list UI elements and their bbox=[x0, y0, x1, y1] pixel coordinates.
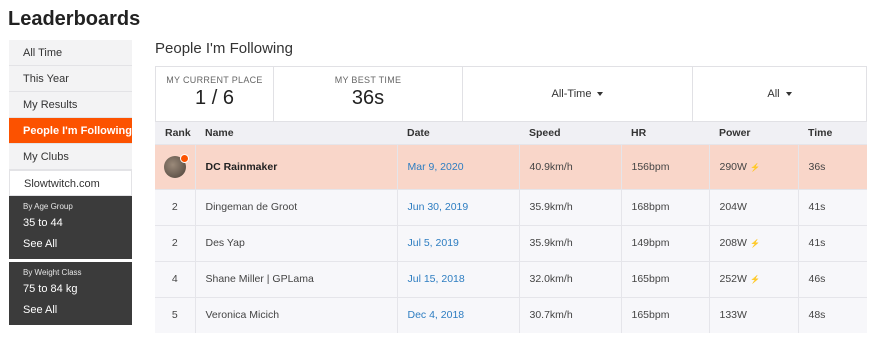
current-place-stat: MY CURRENT PLACE 1 / 6 bbox=[156, 67, 274, 121]
rank-cell bbox=[155, 144, 195, 189]
weight-class-heading: By Weight Class bbox=[23, 268, 82, 277]
power-value: 133W bbox=[719, 309, 747, 322]
time-filter-dropdown[interactable]: All-Time bbox=[463, 67, 693, 121]
power-cell: 290W ⚡ bbox=[708, 144, 798, 189]
date-cell: Jun 30, 2019 bbox=[396, 189, 519, 225]
date-cell: Dec 4, 2018 bbox=[396, 297, 519, 333]
power-cell: 204W bbox=[708, 189, 798, 225]
table-row[interactable]: 2 Des Yap Jul 5, 2019 35.9km/h 149bpm 20… bbox=[155, 225, 867, 261]
power-cell: 252W ⚡ bbox=[708, 261, 798, 297]
age-group-section: By Age Group 35 to 44 See All bbox=[9, 196, 132, 259]
power-value: 204W bbox=[719, 201, 747, 213]
col-time[interactable]: Time bbox=[798, 122, 867, 144]
weight-class-section: By Weight Class 75 to 84 kg See All bbox=[9, 259, 132, 325]
date-cell: Jul 5, 2019 bbox=[396, 225, 519, 261]
power-meter-icon: ⚡ bbox=[749, 275, 760, 284]
col-speed[interactable]: Speed bbox=[519, 122, 621, 144]
power-meter-icon: ⚡ bbox=[749, 162, 760, 172]
athlete-name[interactable]: Shane Miller | GPLama bbox=[194, 261, 397, 297]
weight-class-see-all-link[interactable]: See All bbox=[23, 304, 132, 316]
power-cell: 208W ⚡ bbox=[708, 225, 798, 261]
table-row[interactable]: DC Rainmaker Mar 9, 2020 40.9km/h 156bpm… bbox=[155, 144, 867, 189]
date-link[interactable]: Jul 15, 2018 bbox=[408, 273, 465, 285]
age-group-value[interactable]: 35 to 44 bbox=[23, 217, 132, 229]
table-row[interactable]: 2 Dingeman de Groot Jun 30, 2019 35.9km/… bbox=[155, 189, 867, 225]
athlete-name[interactable]: Veronica Micich bbox=[194, 297, 397, 333]
speed-cell: 35.9km/h bbox=[518, 189, 621, 225]
best-time-stat: MY BEST TIME 36s bbox=[274, 67, 463, 121]
athlete-name[interactable]: Des Yap bbox=[194, 225, 397, 261]
speed-cell: 40.9km/h bbox=[518, 144, 621, 189]
speed-cell: 32.0km/h bbox=[518, 261, 621, 297]
time-cell: 41s bbox=[797, 225, 867, 261]
leaderboard-table: Rank Name Date Speed HR Power Time DC Ra… bbox=[155, 122, 867, 333]
time-cell: 48s bbox=[797, 297, 867, 333]
hr-cell: 156bpm bbox=[620, 144, 709, 189]
badge-icon bbox=[179, 153, 189, 163]
rank-cell: 2 bbox=[171, 201, 178, 213]
age-group-see-all-link[interactable]: See All bbox=[23, 238, 132, 250]
sidebar-item-following[interactable]: People I'm Following bbox=[9, 118, 132, 144]
age-group-heading: By Age Group bbox=[23, 202, 73, 211]
date-cell: Jul 15, 2018 bbox=[396, 261, 519, 297]
date-link[interactable]: Dec 4, 2018 bbox=[408, 309, 465, 321]
time-cell: 46s bbox=[797, 261, 867, 297]
col-date[interactable]: Date bbox=[397, 122, 519, 144]
hr-cell: 149bpm bbox=[620, 225, 709, 261]
athlete-name[interactable]: DC Rainmaker bbox=[194, 144, 397, 189]
col-power[interactable]: Power bbox=[709, 122, 798, 144]
page-title: Leaderboards bbox=[8, 8, 141, 30]
group-filter-dropdown[interactable]: All bbox=[693, 67, 866, 121]
chevron-down-icon bbox=[785, 92, 792, 96]
date-link[interactable]: Mar 9, 2020 bbox=[408, 161, 464, 173]
hr-cell: 168bpm bbox=[620, 189, 709, 225]
best-time-label: MY BEST TIME bbox=[334, 75, 402, 85]
rank-cell: 4 bbox=[171, 273, 178, 285]
col-hr[interactable]: HR bbox=[621, 122, 709, 144]
power-value: 208W bbox=[719, 237, 747, 249]
date-link[interactable]: Jun 30, 2019 bbox=[408, 201, 469, 213]
current-place-label: MY CURRENT PLACE bbox=[166, 75, 263, 85]
time-cell: 41s bbox=[797, 189, 867, 225]
stats-bar: MY CURRENT PLACE 1 / 6 MY BEST TIME 36s … bbox=[155, 66, 867, 122]
time-cell: 36s bbox=[797, 144, 867, 189]
section-title: People I'm Following bbox=[155, 40, 293, 57]
avatar[interactable] bbox=[163, 153, 189, 178]
time-filter-label: All-Time bbox=[551, 88, 592, 100]
table-row[interactable]: 5 Veronica Micich Dec 4, 2018 30.7km/h 1… bbox=[155, 297, 867, 333]
table-header-row: Rank Name Date Speed HR Power Time bbox=[155, 122, 867, 144]
col-name[interactable]: Name bbox=[195, 122, 397, 144]
sidebar-item-all-time[interactable]: All Time bbox=[9, 40, 132, 66]
current-place-value: 1 / 6 bbox=[195, 87, 234, 109]
hr-cell: 165bpm bbox=[620, 261, 709, 297]
main-content: People I'm Following MY CURRENT PLACE 1 … bbox=[155, 40, 867, 333]
sidebar-item-my-clubs[interactable]: My Clubs bbox=[9, 144, 132, 170]
sidebar: All Time This Year My Results People I'm… bbox=[9, 40, 132, 325]
weight-class-value[interactable]: 75 to 84 kg bbox=[23, 283, 132, 295]
sidebar-item-my-results[interactable]: My Results bbox=[9, 92, 132, 118]
power-value: 290W bbox=[719, 160, 747, 173]
sidebar-item-slowtwitch[interactable]: Slowtwitch.com bbox=[9, 170, 132, 196]
chevron-down-icon bbox=[597, 92, 604, 96]
group-filter-label: All bbox=[767, 88, 780, 100]
col-rank[interactable]: Rank bbox=[155, 122, 195, 144]
power-cell: 133W bbox=[708, 297, 798, 333]
best-time-value: 36s bbox=[351, 87, 385, 109]
power-meter-icon: ⚡ bbox=[749, 239, 760, 248]
athlete-name[interactable]: Dingeman de Groot bbox=[194, 189, 397, 225]
date-link[interactable]: Jul 5, 2019 bbox=[408, 237, 459, 249]
power-value: 252W bbox=[719, 273, 747, 285]
table-row[interactable]: 4 Shane Miller | GPLama Jul 15, 2018 32.… bbox=[155, 261, 867, 297]
rank-cell: 2 bbox=[171, 237, 178, 249]
rank-cell: 5 bbox=[171, 309, 178, 322]
speed-cell: 30.7km/h bbox=[518, 297, 621, 333]
date-cell: Mar 9, 2020 bbox=[396, 144, 519, 189]
speed-cell: 35.9km/h bbox=[518, 225, 621, 261]
hr-cell: 165bpm bbox=[620, 297, 709, 333]
sidebar-item-this-year[interactable]: This Year bbox=[9, 66, 132, 92]
